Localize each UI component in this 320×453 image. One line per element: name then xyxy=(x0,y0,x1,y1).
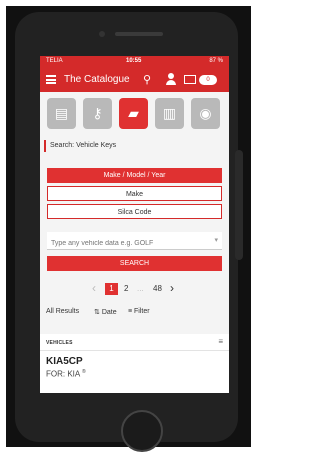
home-button[interactable] xyxy=(121,410,163,452)
pagination: ‹ 1 2 ... 48 › xyxy=(40,281,229,298)
sort-icon: ⇅ xyxy=(94,309,102,316)
phone-screen: TELIA 10:55 87 % The Catalogue ⚲ 0 ▤ ⚷ ▰… xyxy=(40,56,229,393)
silca-code-button[interactable]: Silca Code xyxy=(47,204,222,219)
page-ellipsis: ... xyxy=(137,284,144,293)
search-button[interactable]: SEARCH xyxy=(47,256,222,271)
filter-button[interactable]: ≡ Filter xyxy=(128,308,150,315)
make-button[interactable]: Make xyxy=(47,186,222,201)
filter-label: Filter xyxy=(134,308,150,315)
blank-key-icon[interactable]: ⚷ xyxy=(83,98,112,129)
page-current[interactable]: 1 xyxy=(105,283,118,295)
result-item-make-label: FOR: KIA xyxy=(46,369,80,379)
chevron-down-icon[interactable]: ▾ xyxy=(214,236,218,244)
all-results-toggle[interactable]: All Results xyxy=(46,308,79,315)
hamburger-menu-icon[interactable] xyxy=(46,75,56,84)
battery-level: 87 % xyxy=(209,58,223,64)
vehicle-search-field[interactable]: ▾ xyxy=(47,232,222,252)
category-selector: ▤ ⚷ ▰ ▥ ◉ xyxy=(40,94,229,134)
page-next-number[interactable]: 2 xyxy=(124,284,128,293)
earpiece xyxy=(115,32,163,36)
cart-count-badge[interactable]: 0 xyxy=(199,75,217,85)
search-icon[interactable]: ⚲ xyxy=(143,73,151,86)
remote-key-icon[interactable]: ▤ xyxy=(47,98,76,129)
section-title: VEHICLES xyxy=(46,340,73,346)
carrier-label: TELIA xyxy=(46,58,63,64)
result-filters: All Results ⇅ Date ≡ Filter xyxy=(40,306,229,320)
search-type-label: Search: Vehicle Keys xyxy=(50,142,117,149)
car-icon[interactable]: ▰ xyxy=(119,98,148,129)
chevron-right-icon[interactable]: › xyxy=(170,281,174,295)
registered-mark-icon: ® xyxy=(82,369,86,375)
app-header: The Catalogue ⚲ 0 xyxy=(40,68,229,92)
mail-icon[interactable] xyxy=(184,75,196,84)
app-title: The Catalogue xyxy=(64,74,130,85)
sort-by-date[interactable]: ⇅ Date xyxy=(94,308,117,316)
front-camera xyxy=(99,31,105,37)
make-model-year-button[interactable]: Make / Model / Year xyxy=(47,168,222,183)
list-view-icon[interactable]: ≡ xyxy=(218,337,223,346)
user-icon[interactable] xyxy=(166,73,176,85)
result-item-code[interactable]: KIA5CP xyxy=(46,356,83,367)
chevron-left-icon[interactable]: ‹ xyxy=(92,281,96,295)
page-last-number[interactable]: 48 xyxy=(153,284,162,293)
status-bar: TELIA 10:55 87 % xyxy=(40,56,229,68)
phone-side-edge xyxy=(235,150,243,260)
vehicles-section: VEHICLES ≡ KIA5CP FOR: KIA ® xyxy=(40,334,229,393)
search-label-accent xyxy=(44,140,46,152)
key-tag-icon[interactable]: ◉ xyxy=(191,98,220,129)
clock: 10:55 xyxy=(126,58,142,64)
sort-date-label: Date xyxy=(101,309,117,316)
transponder-icon[interactable]: ▥ xyxy=(155,98,184,129)
result-item-make: FOR: KIA ® xyxy=(46,369,86,379)
divider xyxy=(40,350,229,351)
vehicle-search-input[interactable] xyxy=(47,235,215,252)
